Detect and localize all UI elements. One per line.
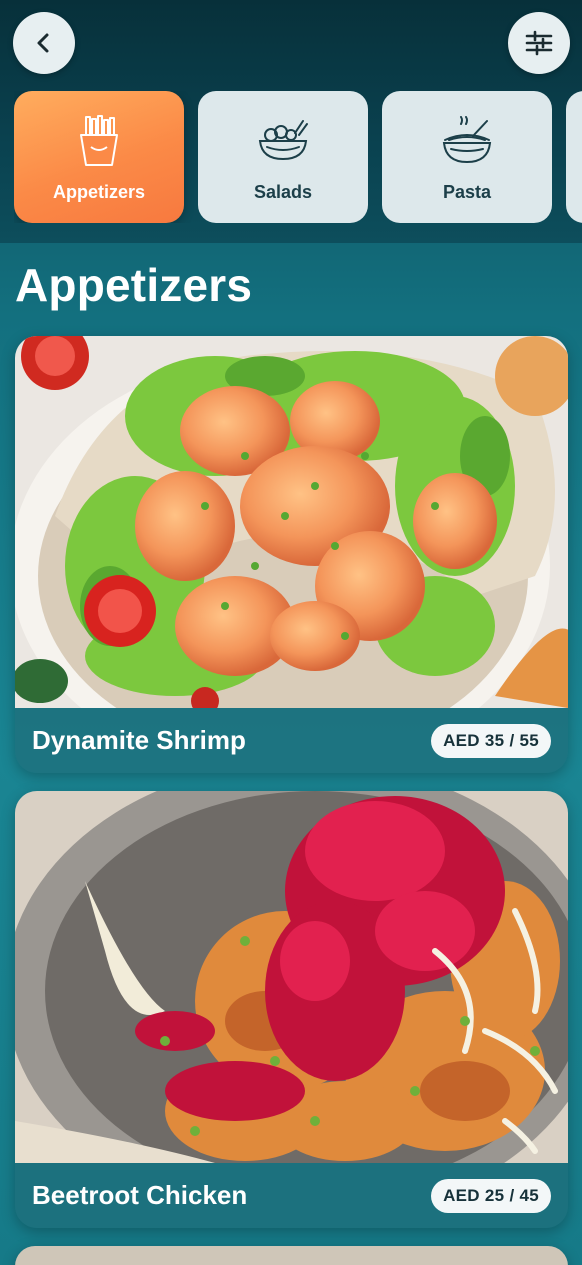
filter-button[interactable] bbox=[508, 12, 570, 74]
category-pasta[interactable]: Pasta bbox=[382, 91, 552, 223]
section-title: Appetizers bbox=[15, 259, 253, 311]
top-header: Appetizers Salads Pasta bbox=[0, 0, 582, 243]
category-label: Salads bbox=[253, 182, 313, 202]
category-salads[interactable]: Salads bbox=[198, 91, 368, 223]
beetroot-chicken-photo bbox=[15, 791, 568, 1163]
category-next-peek[interactable] bbox=[566, 91, 582, 223]
menu-item-price: AED 35 / 55 bbox=[431, 723, 551, 758]
menu-item-card-peek[interactable] bbox=[15, 1246, 568, 1265]
category-row: Appetizers Salads Pasta bbox=[14, 91, 582, 223]
sliders-icon bbox=[524, 28, 554, 58]
noodle-bowl-icon bbox=[441, 115, 493, 167]
category-appetizers[interactable]: Appetizers bbox=[14, 91, 184, 223]
salad-bowl-icon bbox=[257, 115, 309, 167]
menu-item-card[interactable]: Dynamite Shrimp AED 35 / 55 bbox=[15, 336, 568, 773]
menu-item-name: Beetroot Chicken bbox=[32, 1180, 248, 1210]
dynamite-shrimp-photo bbox=[15, 336, 568, 708]
menu-item-info: Dynamite Shrimp AED 35 / 55 bbox=[15, 708, 568, 773]
fries-icon bbox=[73, 115, 125, 167]
menu-item-price: AED 25 / 45 bbox=[431, 1178, 551, 1213]
menu-item-info: Beetroot Chicken AED 25 / 45 bbox=[15, 1163, 568, 1228]
menu-item-name: Dynamite Shrimp bbox=[32, 725, 246, 755]
category-label: Pasta bbox=[442, 182, 492, 202]
category-label: Appetizers bbox=[52, 182, 146, 202]
back-button[interactable] bbox=[13, 12, 75, 74]
chevron-left-icon bbox=[33, 32, 55, 54]
menu-item-card[interactable]: Beetroot Chicken AED 25 / 45 bbox=[15, 791, 568, 1228]
